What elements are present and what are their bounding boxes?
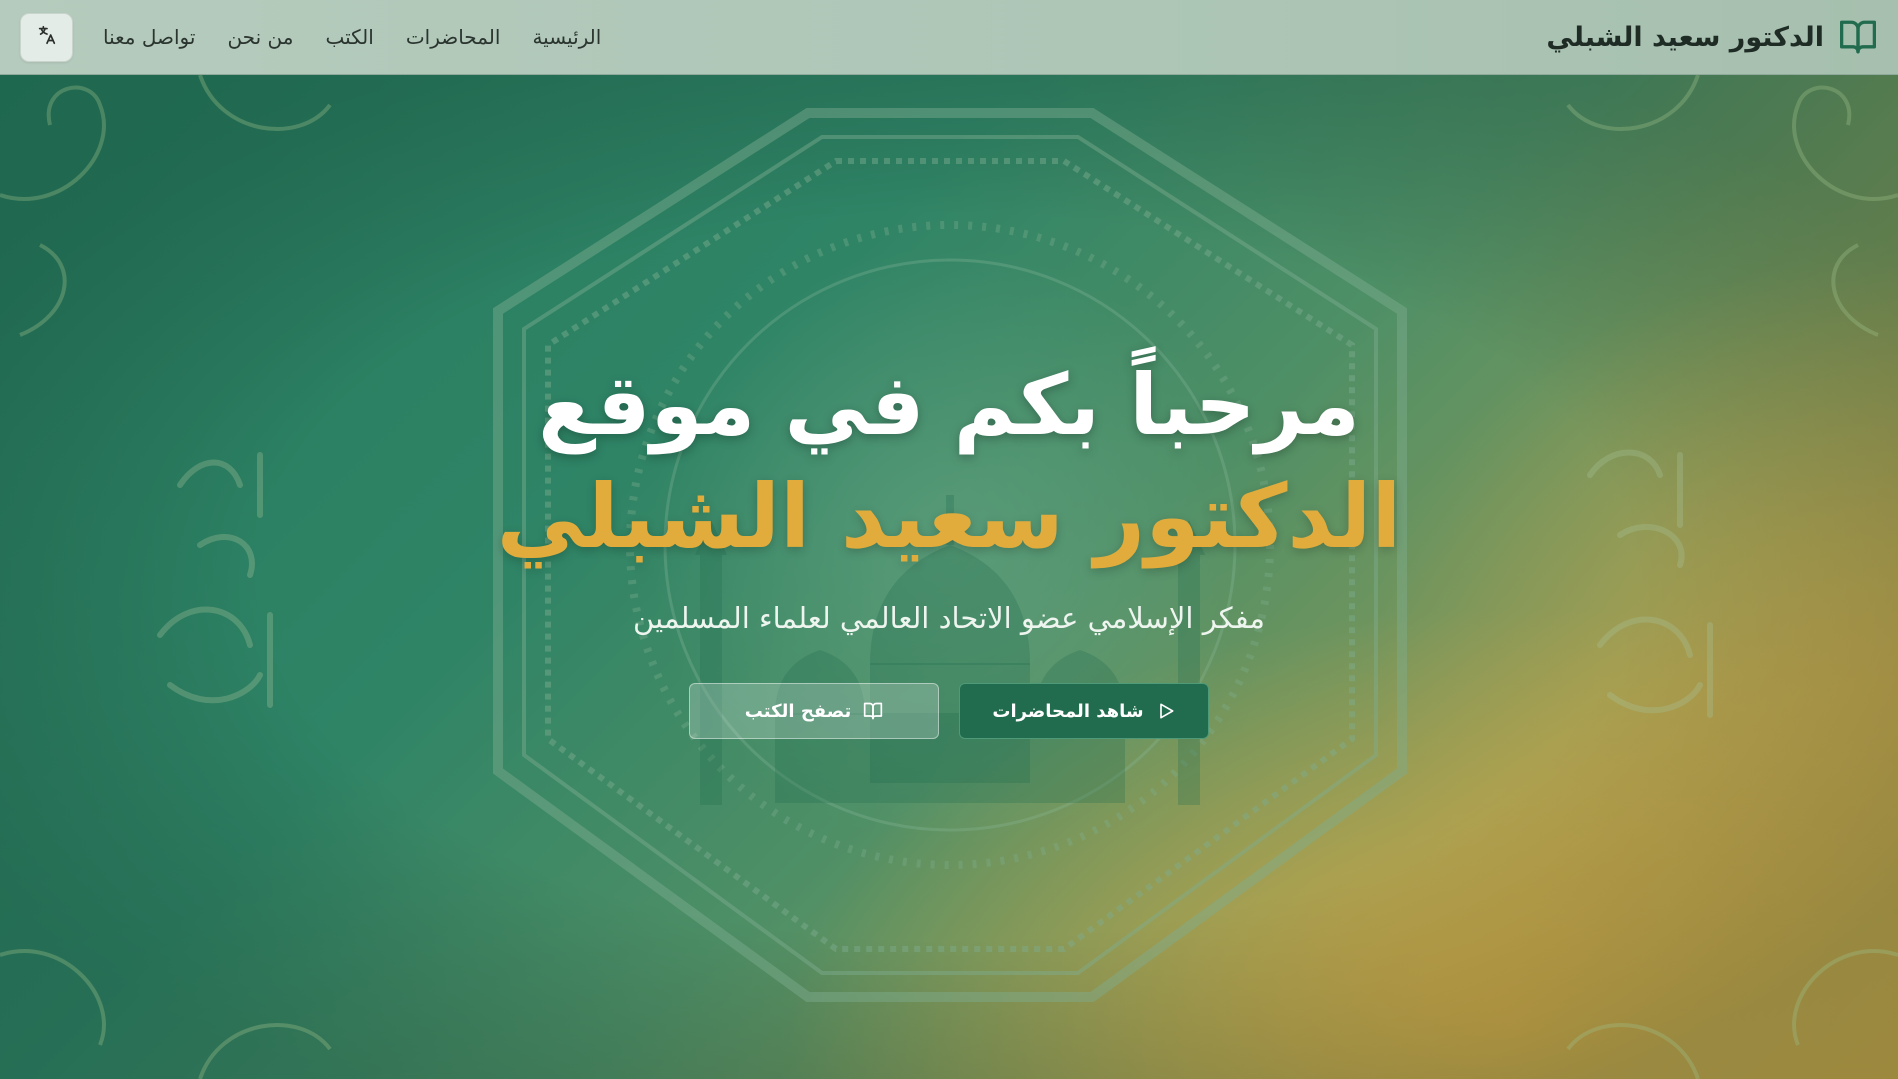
nav-item-about[interactable]: من نحن [227,25,293,49]
browse-books-button[interactable]: تصفح الكتب [689,683,939,739]
language-toggle-button[interactable] [20,12,73,62]
hero-name-heading: الدكتور سعيد الشبلي [496,464,1402,568]
nav-item-books[interactable]: الكتب [325,25,373,49]
watch-lectures-button[interactable]: شاهد المحاضرات [959,683,1209,739]
play-icon [1156,701,1176,721]
navbar: الدكتور سعيد الشبلي الرئيسية المحاضرات ا… [0,0,1898,75]
nav-item-lectures[interactable]: المحاضرات [406,25,501,49]
hero-text: مرحباً بكم في موقع الدكتور سعيد الشبلي م… [0,355,1898,635]
brand-logo-link[interactable]: الدكتور سعيد الشبلي [1546,19,1878,55]
browse-books-label: تصفح الكتب [744,700,852,722]
hero-buttons: شاهد المحاضرات تصفح الكتب [0,683,1898,739]
nav-item-home[interactable]: الرئيسية [532,25,601,49]
book-open-icon [1838,19,1878,55]
brand-title: الدكتور سعيد الشبلي [1546,21,1824,53]
translate-icon [36,24,58,50]
hero-welcome-heading: مرحباً بكم في موقع [538,356,1360,454]
hero-subtitle: مفكر الإسلامي عضو الاتحاد العالمي لعلماء… [633,601,1265,636]
nav-group: الرئيسية المحاضرات الكتب من نحن تواصل مع… [20,12,601,62]
watch-lectures-label: شاهد المحاضرات [992,700,1144,722]
nav-item-contact[interactable]: تواصل معنا [103,25,195,49]
main-nav: الرئيسية المحاضرات الكتب من نحن تواصل مع… [103,25,601,49]
hero-section: مرحباً بكم في موقع الدكتور سعيد الشبلي م… [0,75,1898,1079]
book-open-icon [863,701,883,721]
